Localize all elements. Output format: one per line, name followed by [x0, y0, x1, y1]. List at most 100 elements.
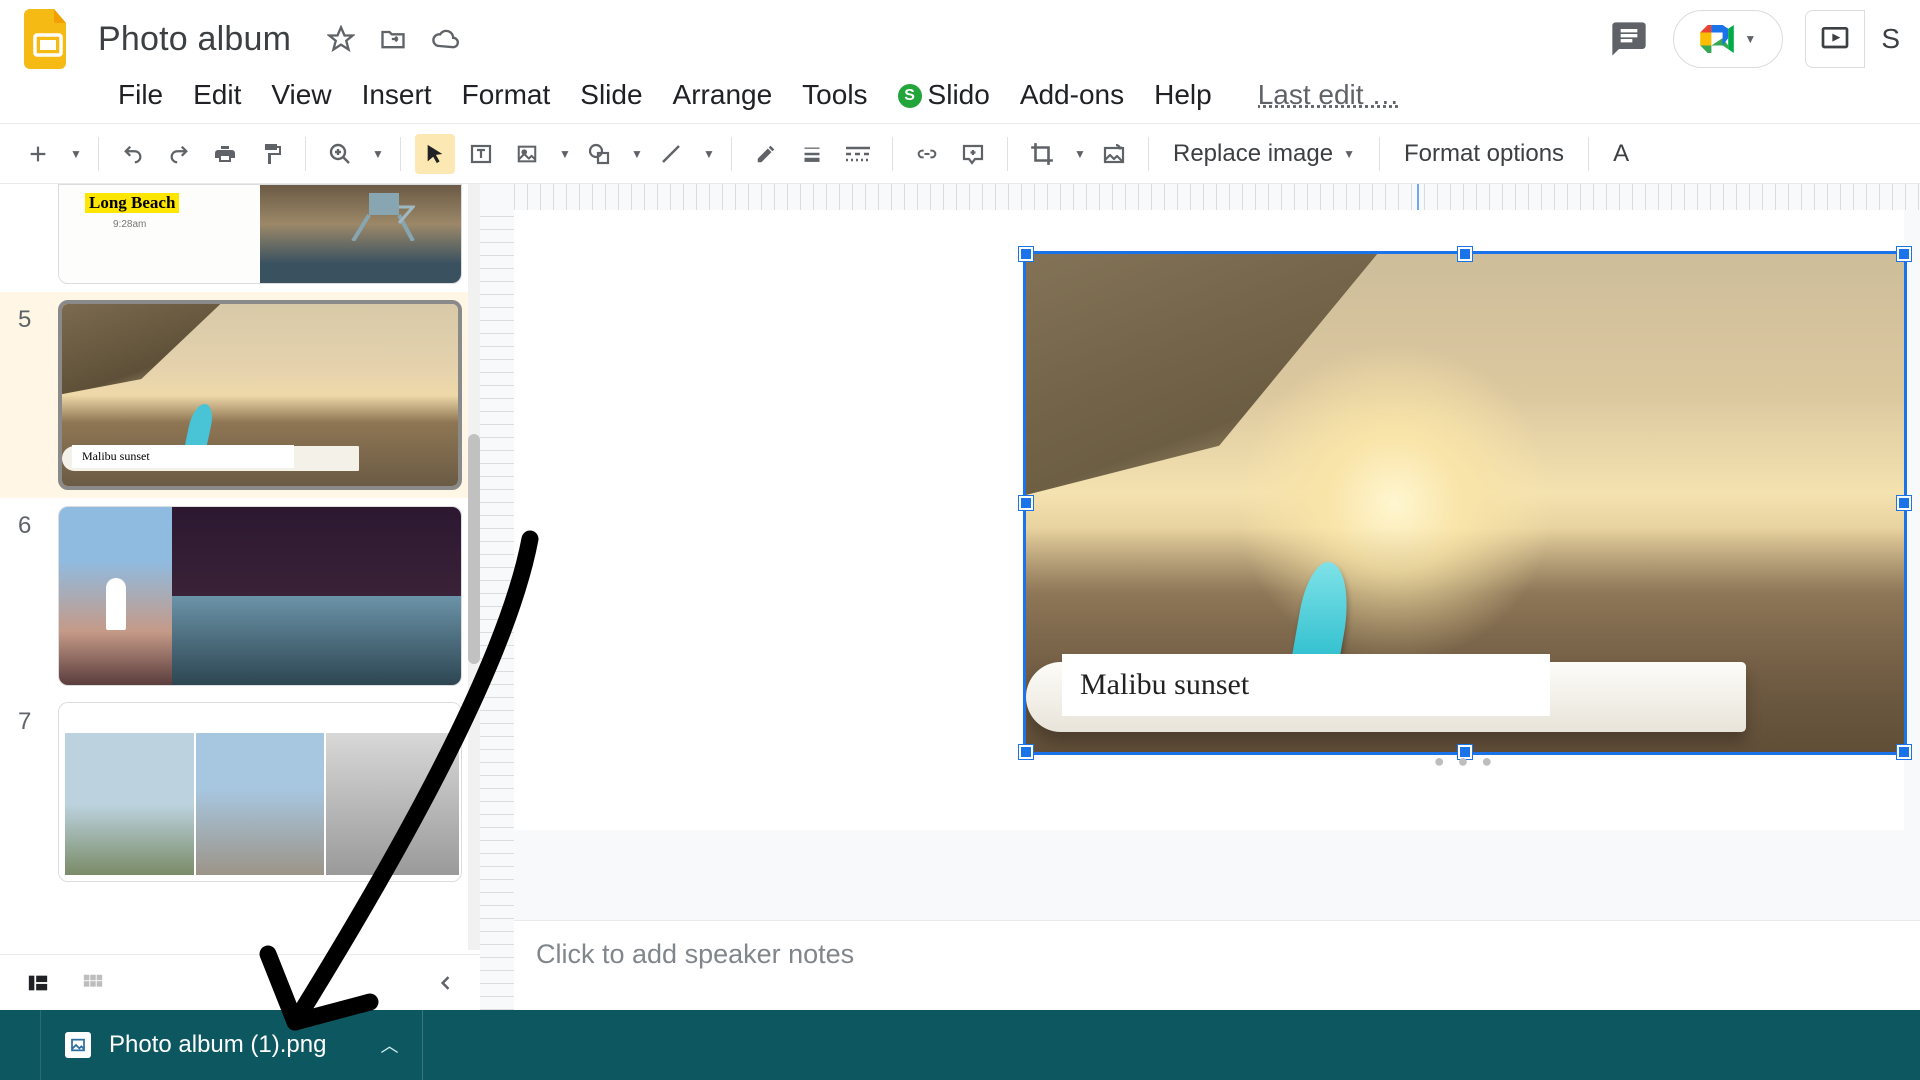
shape-tool[interactable] — [579, 134, 619, 174]
cloud-status-icon[interactable] — [431, 25, 459, 53]
resize-handle-tl[interactable] — [1019, 247, 1033, 261]
menu-arrange[interactable]: Arrange — [673, 79, 773, 111]
slide-4-title: Long Beach — [85, 193, 179, 213]
menu-file[interactable]: File — [118, 79, 163, 111]
border-color-button[interactable] — [746, 134, 786, 174]
menu-slide[interactable]: Slide — [580, 79, 642, 111]
slide-number: 5 — [18, 300, 58, 334]
star-icon[interactable] — [327, 25, 355, 53]
chevron-up-icon[interactable]: ︿ — [380, 1032, 398, 1058]
slido-icon: S — [898, 84, 922, 108]
meet-present-chip[interactable]: ▼ — [1673, 10, 1783, 68]
title-bar: Photo album ▼ S — [0, 0, 1920, 68]
animate-button-clipped[interactable]: A — [1603, 140, 1639, 168]
selected-image[interactable]: Malibu sunset ● ● ● — [1026, 254, 1904, 752]
move-folder-icon[interactable] — [379, 25, 407, 53]
resize-handle-l[interactable] — [1019, 496, 1033, 510]
slide-4-subtitle: 9:28am — [113, 219, 146, 230]
filmstrip-slide-7[interactable]: 7 — [0, 694, 480, 890]
resize-handle-bl[interactable] — [1019, 745, 1033, 759]
comment-button[interactable] — [953, 134, 993, 174]
slide-filmstrip[interactable]: Long Beach 9:28am 5 Malibu sunset 6 — [0, 184, 480, 1010]
image-file-icon — [65, 1032, 91, 1058]
last-edit-link[interactable]: Last edit … — [1258, 79, 1400, 111]
slides-app-icon[interactable] — [20, 11, 76, 67]
slideshow-button[interactable] — [1805, 10, 1865, 68]
separator — [892, 137, 893, 171]
comment-history-icon[interactable] — [1601, 11, 1657, 67]
image-caret[interactable]: ▼ — [553, 134, 573, 174]
separator — [1007, 137, 1008, 171]
redo-button[interactable] — [159, 134, 199, 174]
separator — [1148, 137, 1149, 171]
separator — [400, 137, 401, 171]
download-shelf: Photo album (1).png ︿ — [0, 1010, 1920, 1080]
format-options-button[interactable]: Format options — [1394, 140, 1574, 168]
menu-help[interactable]: Help — [1154, 79, 1212, 111]
border-dash-button[interactable] — [838, 134, 878, 174]
zoom-caret[interactable]: ▼ — [366, 134, 386, 174]
slideshow-button-text-clipped[interactable]: S — [1873, 23, 1900, 55]
separator — [98, 137, 99, 171]
border-weight-button[interactable] — [792, 134, 832, 174]
line-caret[interactable]: ▼ — [697, 134, 717, 174]
download-filename: Photo album (1).png — [109, 1031, 326, 1059]
speaker-notes[interactable]: Click to add speaker notes — [514, 920, 1920, 1010]
filmstrip-slide-6[interactable]: 6 — [0, 498, 480, 694]
menu-bar: File Edit View Insert Format Slide Arran… — [0, 68, 1920, 124]
separator — [1379, 137, 1380, 171]
document-title[interactable]: Photo album — [98, 20, 291, 59]
menu-tools[interactable]: Tools — [802, 79, 867, 111]
filmstrip-slide-5[interactable]: 5 Malibu sunset — [0, 292, 480, 498]
crop-caret[interactable]: ▼ — [1068, 134, 1088, 174]
resize-handle-br[interactable] — [1897, 745, 1911, 759]
menu-slido[interactable]: SSlido — [898, 79, 990, 111]
reset-image-button[interactable] — [1094, 134, 1134, 174]
slide-number: 7 — [18, 702, 58, 736]
link-button[interactable] — [907, 134, 947, 174]
drag-handle-dots-icon[interactable]: ● ● ● — [1434, 751, 1497, 772]
textbox-tool[interactable] — [461, 134, 501, 174]
new-slide-button[interactable] — [18, 134, 58, 174]
menu-format[interactable]: Format — [462, 79, 551, 111]
menu-insert[interactable]: Insert — [362, 79, 432, 111]
shape-caret[interactable]: ▼ — [625, 134, 645, 174]
google-meet-icon — [1700, 25, 1734, 53]
separator — [1588, 137, 1589, 171]
filmstrip-scrollbar-track[interactable] — [468, 184, 480, 950]
undo-button[interactable] — [113, 134, 153, 174]
separator — [305, 137, 306, 171]
slide-number — [18, 184, 58, 190]
resize-handle-r[interactable] — [1897, 496, 1911, 510]
resize-handle-t[interactable] — [1458, 247, 1472, 261]
zoom-button[interactable] — [320, 134, 360, 174]
filmstrip-view-icon[interactable] — [24, 972, 52, 994]
print-button[interactable] — [205, 134, 245, 174]
editor-body: Long Beach 9:28am 5 Malibu sunset 6 — [0, 184, 1920, 1010]
slide-canvas[interactable]: Malibu sunset ● ● ● — [514, 210, 1904, 830]
line-tool[interactable] — [651, 134, 691, 174]
filmstrip-slide-4[interactable]: Long Beach 9:28am — [0, 184, 480, 292]
horizontal-ruler[interactable] — [514, 184, 1920, 210]
toolbar: ▼ ▼ ▼ ▼ ▼ ▼ Replace image▼ Format option… — [0, 124, 1920, 184]
download-item[interactable]: Photo album (1).png ︿ — [40, 1010, 423, 1080]
filmstrip-scrollbar-thumb[interactable] — [468, 434, 480, 664]
collapse-filmstrip-icon[interactable] — [436, 973, 456, 993]
slide-canvas-area[interactable]: Malibu sunset ● ● ● Click to add speaker… — [480, 184, 1920, 1010]
crop-button[interactable] — [1022, 134, 1062, 174]
menu-edit[interactable]: Edit — [193, 79, 241, 111]
image-tool[interactable] — [507, 134, 547, 174]
menu-view[interactable]: View — [271, 79, 331, 111]
menu-addons[interactable]: Add-ons — [1020, 79, 1124, 111]
slide-number: 6 — [18, 506, 58, 540]
caret-down-icon: ▼ — [1744, 32, 1756, 46]
resize-handle-tr[interactable] — [1897, 247, 1911, 261]
image-caption[interactable]: Malibu sunset — [1062, 654, 1550, 716]
paint-format-button[interactable] — [251, 134, 291, 174]
separator — [731, 137, 732, 171]
select-tool[interactable] — [415, 134, 455, 174]
grid-view-icon[interactable] — [80, 972, 106, 994]
new-slide-caret[interactable]: ▼ — [64, 134, 84, 174]
replace-image-button[interactable]: Replace image▼ — [1163, 140, 1365, 168]
vertical-ruler[interactable] — [480, 210, 514, 1010]
